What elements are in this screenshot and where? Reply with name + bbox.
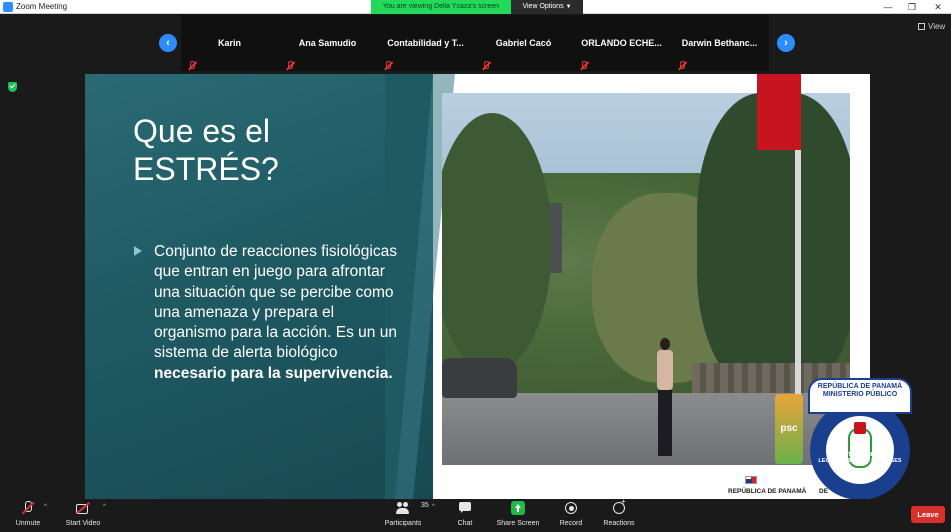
slide-body-text: Conjunto de reacciones fisiológicas que … bbox=[154, 242, 404, 384]
next-participants-button[interactable]: › bbox=[777, 34, 795, 52]
chat-bubble-icon bbox=[458, 501, 472, 515]
seal-line: REPÚBLICA DE PANAMÁ bbox=[817, 383, 903, 390]
viewing-screen-banner: You are viewing Delia Ycaza's screen bbox=[371, 0, 511, 14]
mic-muted-icon bbox=[383, 61, 392, 70]
chat-label: Chat bbox=[457, 520, 473, 527]
zoom-app-icon bbox=[3, 2, 13, 12]
view-options-label: View Options bbox=[522, 3, 564, 10]
participant-tile[interactable]: Ana Samudio bbox=[279, 15, 376, 71]
bullet-arrow-icon bbox=[133, 244, 143, 256]
person-torso bbox=[657, 350, 673, 390]
slide-title-line: Que es el bbox=[133, 113, 270, 149]
mic-muted-icon bbox=[481, 61, 490, 70]
psc-logo: psc bbox=[775, 394, 803, 464]
unmute-button[interactable]: Unmute bbox=[10, 501, 46, 531]
participants-icon: 35 bbox=[396, 501, 429, 515]
photo-person bbox=[654, 338, 676, 458]
seal-line: MINISTERIO PÚBLICO bbox=[822, 391, 898, 398]
slide-body-bold: necesario para la supervivencia. bbox=[154, 364, 393, 382]
start-video-label: Start Video bbox=[65, 520, 101, 527]
chevron-down-icon: ▼ bbox=[565, 4, 572, 10]
slide-footer-republica: REPÚBLICA DE PANAMÁ bbox=[728, 488, 807, 495]
photo-car bbox=[442, 358, 517, 398]
slide-red-accent bbox=[757, 74, 801, 150]
unmute-label: Unmute bbox=[15, 520, 41, 527]
panama-flag-icon bbox=[745, 476, 757, 484]
participant-tile[interactable]: Gabriel Cacó bbox=[475, 15, 572, 71]
shared-screen-slide: Que es el ESTRÉS? Conjunto de reacciones… bbox=[85, 74, 870, 499]
view-toggle-label: View bbox=[928, 22, 946, 31]
person-legs bbox=[658, 390, 672, 456]
slide-body-regular: Conjunto de reacciones fisiológicas que … bbox=[154, 243, 397, 362]
seal-header: REPÚBLICA DE PANAMÁ MINISTERIO PÚBLICO bbox=[808, 378, 912, 414]
participant-tile[interactable]: Contabilidad y T... bbox=[377, 15, 474, 71]
participant-name: ORLANDO ECHE... bbox=[581, 38, 662, 48]
reactions-button[interactable]: Reactions bbox=[600, 497, 638, 531]
participant-strip: Karin Ana Samudio Contabilidad y T... Ga… bbox=[181, 15, 769, 71]
microphone-muted-icon bbox=[21, 501, 35, 515]
reaction-smiley-icon bbox=[612, 497, 626, 515]
participant-tile[interactable]: Karin bbox=[181, 15, 278, 71]
participant-tile[interactable]: Darwin Bethanc... bbox=[671, 15, 768, 71]
video-camera-off-icon bbox=[76, 501, 90, 515]
share-screen-label: Share Screen bbox=[496, 520, 540, 527]
maximize-button[interactable]: ❐ bbox=[900, 0, 924, 14]
start-video-button[interactable]: Start Video bbox=[62, 501, 104, 531]
record-icon bbox=[564, 501, 578, 515]
mic-muted-icon bbox=[579, 61, 588, 70]
view-options-button[interactable]: View Options ▼ bbox=[511, 0, 583, 14]
mic-muted-icon bbox=[187, 61, 196, 70]
grid-icon bbox=[918, 23, 925, 30]
chat-button[interactable]: Chat bbox=[450, 501, 480, 531]
ministerio-publico-seal: REPÚBLICA DE PANAMÁ MINISTERIO PÚBLICO I… bbox=[808, 378, 912, 504]
seal-cross-icon bbox=[854, 422, 866, 434]
photo-pole bbox=[795, 123, 801, 423]
record-button[interactable]: Record bbox=[556, 501, 586, 531]
window-title: Zoom Meeting bbox=[16, 2, 68, 11]
mic-muted-icon bbox=[677, 61, 686, 70]
participant-name: Ana Samudio bbox=[298, 38, 357, 48]
slide-title: Que es el ESTRÉS? bbox=[133, 112, 393, 188]
participants-options-chevron-icon[interactable]: ^ bbox=[432, 504, 435, 510]
record-label: Record bbox=[559, 520, 583, 527]
participant-name: Contabilidad y T... bbox=[387, 38, 464, 48]
participant-name: Darwin Bethanc... bbox=[681, 38, 758, 48]
seal-ring-text: INSTITUTO DE MEDICINA LEGAL Y CIENCIAS F… bbox=[818, 452, 902, 464]
participant-tile[interactable]: ORLANDO ECHE... bbox=[573, 15, 670, 71]
person-head bbox=[660, 338, 670, 350]
view-toggle-button[interactable]: View bbox=[918, 22, 945, 31]
participants-button[interactable]: 35 Participants bbox=[381, 501, 429, 531]
close-button[interactable]: ✕ bbox=[926, 0, 950, 14]
prev-participants-button[interactable]: ‹ bbox=[159, 34, 177, 52]
security-shield-icon[interactable] bbox=[8, 82, 17, 92]
minimize-button[interactable]: — bbox=[876, 0, 900, 14]
share-screen-button[interactable]: Share Screen bbox=[496, 501, 540, 531]
participants-label: Participants bbox=[384, 520, 422, 527]
video-options-chevron-icon[interactable]: ^ bbox=[103, 504, 106, 510]
participants-count: 35 bbox=[421, 502, 429, 509]
participant-name: Gabriel Cacó bbox=[495, 38, 552, 48]
reactions-label: Reactions bbox=[603, 520, 635, 527]
mic-muted-icon bbox=[285, 61, 294, 70]
audio-options-chevron-icon[interactable]: ^ bbox=[44, 504, 47, 510]
leave-meeting-button[interactable]: Leave bbox=[911, 506, 945, 523]
slide-title-line: ESTRÉS? bbox=[133, 151, 279, 187]
participant-name: Karin bbox=[217, 38, 241, 48]
share-screen-icon bbox=[511, 501, 525, 515]
